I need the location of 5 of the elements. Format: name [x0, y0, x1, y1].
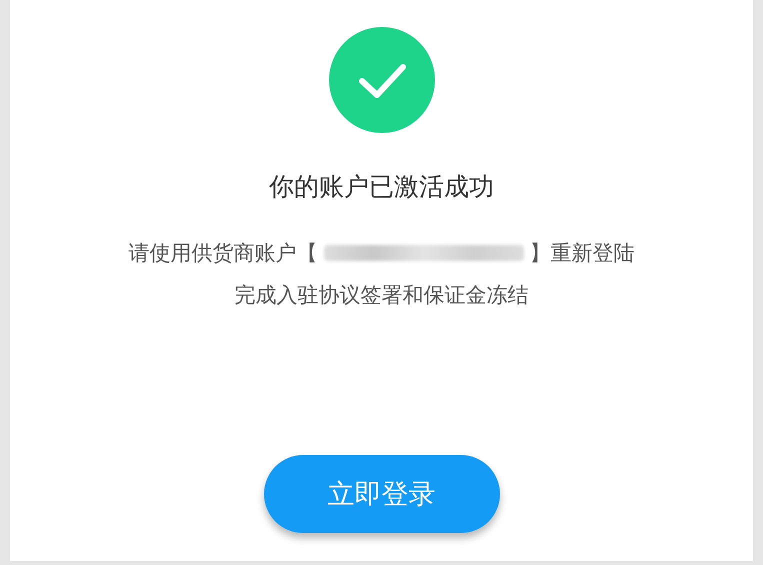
message-text: 】重新登陆: [530, 240, 634, 267]
login-button[interactable]: 立即登录: [264, 455, 500, 533]
success-title: 你的账户已激活成功: [269, 171, 494, 203]
message-text: 请使用供货商账户【: [128, 240, 318, 267]
message-text: 完成入驻协议签署和保证金冻结: [234, 282, 528, 309]
